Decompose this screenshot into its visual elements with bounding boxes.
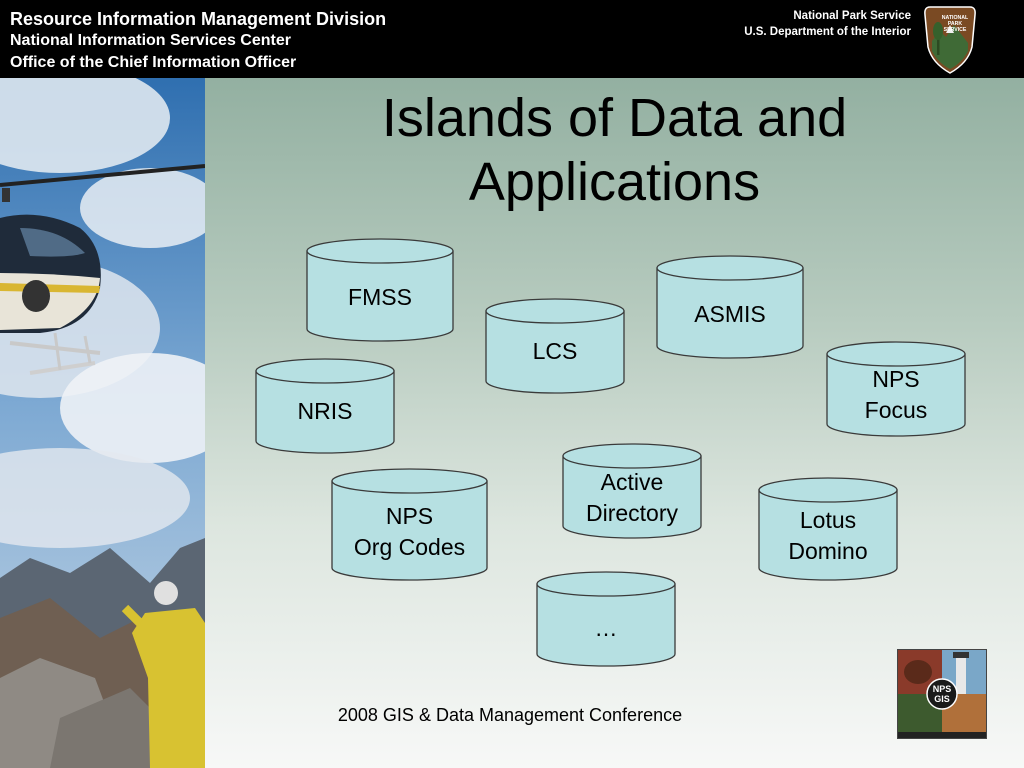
cylinder-label: LCS	[532, 338, 578, 364]
conference-footer: 2008 GIS & Data Management Conference	[337, 705, 683, 725]
cylinder-nps-org-codes: NPS Org Codes	[331, 468, 488, 581]
cylinder-top	[562, 443, 702, 469]
cylinder-label: Lotus Domino	[788, 507, 868, 564]
slide-title-line-1: Islands of Data and	[381, 88, 848, 148]
cylinder-label: FMSS	[348, 284, 412, 310]
nps-arrowhead-logo-icon: NATIONAL PARK SERVICE	[924, 6, 976, 74]
cylinder-top	[758, 477, 898, 503]
cylinder-label: Active Directory	[585, 469, 678, 526]
agency-name: National Park Service	[793, 10, 911, 22]
svg-text:NPS: NPS	[933, 684, 952, 694]
cylinder-top	[485, 298, 625, 324]
cylinder-label: NPS Org Codes	[353, 503, 466, 560]
cylinder-top	[656, 255, 804, 281]
cylinder-top	[255, 358, 395, 384]
slide-title-line-2: Applications	[468, 152, 761, 212]
cylinder-lotus-domino: Lotus Domino	[758, 477, 898, 581]
division-name: Resource Information Management Division	[10, 9, 387, 29]
agency-block: National Park Service U.S. Department of…	[744, 8, 911, 40]
cylinder-label: NRIS	[297, 398, 353, 424]
cylinder-top	[306, 238, 454, 264]
header-bar: Resource Information Management Division…	[0, 0, 1024, 78]
cylinder-top	[826, 341, 966, 367]
nps-gis-logo: NPS GIS	[897, 649, 987, 739]
cylinder-lcs: LCS	[485, 298, 625, 394]
cylinder-nris: NRIS	[255, 358, 395, 454]
center-name: National Information Services Center	[10, 32, 291, 49]
cylinder-fmss: FMSS	[306, 238, 454, 342]
svg-text:SERVICE: SERVICE	[944, 27, 967, 33]
helicopter-rescue-photo	[0, 78, 205, 768]
cylinder-asmis: ASMIS	[656, 255, 804, 359]
cylinder-label: NPS Focus	[864, 366, 928, 423]
svg-text:GIS: GIS	[934, 694, 950, 704]
slide-title: Islands of Data and Applications	[205, 86, 1024, 214]
cylinder-nps-focus: NPS Focus	[826, 341, 966, 437]
cylinder-label: ASMIS	[694, 301, 766, 327]
cylinder-label: …	[594, 615, 618, 641]
cylinder-ellipsis: …	[536, 571, 676, 667]
office-name: Office of the Chief Information Officer	[10, 54, 297, 71]
cylinder-top	[331, 468, 488, 494]
department-name: U.S. Department of the Interior	[744, 26, 911, 38]
org-block: Resource Information Management Division…	[10, 8, 386, 74]
cylinder-active-directory: Active Directory	[562, 443, 702, 539]
cylinder-top	[536, 571, 676, 597]
